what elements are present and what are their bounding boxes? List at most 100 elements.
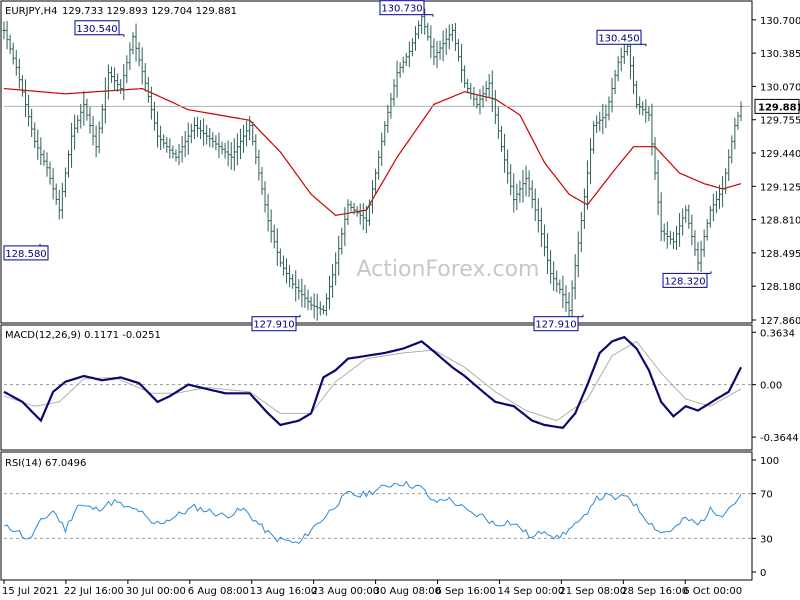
price-bar: [727, 149, 731, 182]
price-bar: [702, 229, 706, 257]
price-bar: [607, 96, 611, 121]
price-bar: [490, 70, 494, 113]
price-bar: [168, 138, 172, 159]
price-bar: [549, 250, 553, 284]
price-bar: [159, 125, 163, 151]
price-bar: [496, 106, 500, 139]
price-annotation-label: 128.580: [5, 249, 46, 260]
price-bar: [149, 86, 153, 120]
time-tick-label: 6 Oct 00:00: [683, 586, 742, 597]
time-tick-label: 6 Sep 16:00: [436, 586, 496, 597]
price-bar: [14, 49, 18, 76]
price-bar: [205, 125, 209, 145]
price-bar: [671, 231, 675, 250]
price-bar: [116, 73, 120, 92]
price-bar: [217, 132, 221, 159]
price-bar: [8, 34, 12, 54]
price-bar: [410, 38, 414, 57]
price-bar: [404, 53, 408, 66]
time-tick-label: 6 Aug 08:00: [188, 586, 249, 597]
rsi-panel-frame: [0, 451, 753, 581]
price-bar: [392, 79, 396, 106]
price-bar: [195, 116, 199, 138]
price-tick-label: 129.440: [760, 149, 800, 160]
price-annotation-label: 127.910: [253, 320, 294, 331]
price-bar: [119, 79, 123, 94]
rsi-tick-label: 70: [760, 490, 773, 501]
price-bar: [493, 89, 497, 125]
price-bar: [570, 280, 574, 319]
ohlc-header: 129.733 129.893 129.704 129.881: [62, 6, 237, 17]
price-bar: [705, 219, 709, 241]
price-bar: [435, 41, 439, 69]
price-bar: [656, 160, 660, 216]
price-bar: [361, 203, 365, 231]
price-bar: [665, 221, 669, 249]
price-bar: [527, 170, 531, 197]
price-bar: [331, 263, 335, 298]
price-bar: [272, 224, 276, 249]
price-bar: [334, 252, 338, 286]
price-bar: [88, 106, 92, 134]
price-annotation: 130.540: [74, 20, 125, 37]
price-bar: [245, 120, 249, 147]
price-bar: [573, 254, 577, 300]
price-bar: [585, 160, 589, 210]
rsi-axis: 100 70 30 0: [752, 456, 779, 579]
price-bar: [349, 200, 353, 212]
time-tick-label: 22 Jul 16:00: [64, 586, 124, 597]
price-bar: [106, 64, 110, 100]
price-bar: [48, 161, 52, 185]
price-bar: [395, 60, 399, 98]
rsi-tick-label: 0: [760, 568, 766, 579]
price-bar: [564, 285, 568, 312]
price-bar: [254, 134, 258, 165]
price-bar: [690, 214, 694, 246]
price-bar: [140, 47, 144, 85]
price-bar: [530, 180, 534, 209]
price-bar: [413, 26, 417, 51]
price-tick-label: 128.180: [760, 282, 800, 293]
price-bar: [521, 170, 525, 203]
price-bar: [576, 231, 580, 278]
rsi-header: RSI(14) 67.0496: [5, 458, 86, 469]
price-bar: [27, 94, 31, 127]
price-bar: [97, 121, 101, 154]
price-bar: [647, 106, 651, 122]
macd-tick-label: 0.3634: [760, 328, 795, 339]
price-bar: [610, 77, 614, 113]
price-bar: [186, 122, 190, 155]
price-bar: [343, 207, 347, 247]
price-bar: [432, 38, 436, 66]
price-bar: [297, 279, 301, 300]
price-bar: [174, 149, 178, 162]
price-bar: [165, 137, 169, 153]
price-bar: [109, 66, 113, 83]
price-bar: [632, 56, 636, 95]
price-bar: [238, 128, 242, 160]
price-bar: [45, 152, 49, 177]
macd-layer: [3, 335, 752, 429]
price-bar: [699, 240, 703, 272]
price-bar: [137, 42, 141, 67]
price-bar: [340, 227, 344, 255]
symbol-header: EURJPY,H4: [5, 6, 58, 17]
price-bar: [592, 121, 596, 154]
price-bar: [721, 176, 725, 208]
price-bar: [20, 75, 24, 97]
price-bar: [558, 279, 562, 294]
price-tick-label: 129.755: [760, 116, 800, 127]
price-bar: [183, 131, 187, 158]
macd-header: MACD(12,26,9) 0.1171 -0.0251: [5, 330, 161, 341]
price-bar: [189, 123, 193, 144]
price-annotation: 127.910: [251, 314, 301, 332]
price-bar: [487, 73, 491, 98]
price-bar: [447, 24, 451, 50]
watermark-text: ActionForex.com: [357, 257, 540, 282]
price-bar: [616, 56, 620, 82]
rsi-line: [3, 480, 742, 545]
price-bar: [79, 104, 83, 129]
price-bar: [257, 149, 261, 181]
time-tick-label: 30 Jul 00:00: [126, 586, 186, 597]
price-bar: [524, 165, 528, 197]
